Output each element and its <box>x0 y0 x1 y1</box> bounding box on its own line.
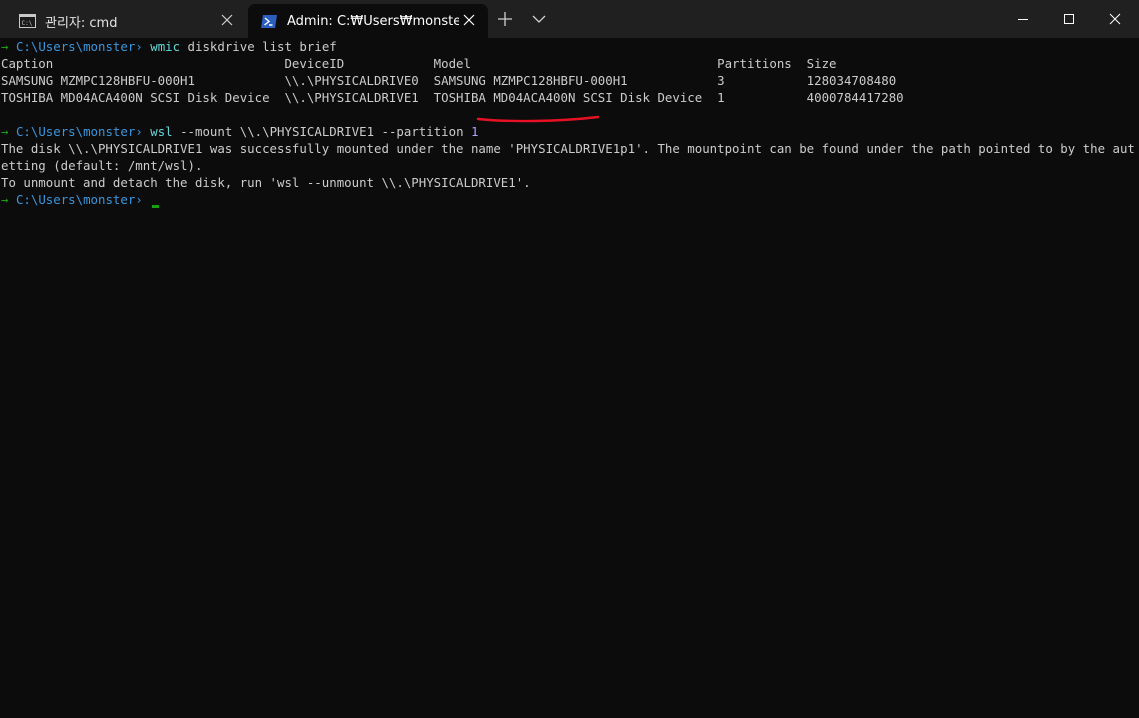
title-bar: C:\ 관리자: cmd Admin: C:₩Users₩monster ~ P <box>0 0 1139 38</box>
text-cursor <box>152 205 160 208</box>
prompt-arrow: → <box>1 192 9 207</box>
prompt-line: → C:\Users\monster› wsl --mount \\.\PHYS… <box>1 123 1135 140</box>
table-header-text: Caption DeviceID Model Partitions Size <box>1 56 837 71</box>
command-name: wsl <box>150 124 173 139</box>
output-line: etting (default: /mnt/wsl). <box>1 158 203 173</box>
prompt-path: C:\Users\monster <box>15 192 136 207</box>
output-line: The disk \\.\PHYSICALDRIVE1 was successf… <box>1 141 1135 156</box>
close-icon[interactable] <box>1092 0 1138 38</box>
prompt-path: C:\Users\monster <box>15 124 136 139</box>
powershell-icon <box>261 14 277 28</box>
prompt-suffix: › <box>135 39 143 54</box>
cmd-icon: C:\ <box>19 14 36 28</box>
command-args: --mount \\.\PHYSICALDRIVE1 --partition <box>172 124 472 139</box>
table-row-text: SAMSUNG MZMPC128HBFU-000H1 \\.\PHYSICALD… <box>1 73 897 88</box>
prompt-line: → C:\Users\monster› <box>1 191 1135 208</box>
command-name: wmic <box>150 39 181 54</box>
prompt-arrow: → <box>1 39 9 54</box>
new-tab-icon[interactable] <box>495 9 515 29</box>
svg-text:C:\: C:\ <box>22 20 33 27</box>
terminal-output[interactable]: → C:\Users\monster› wmic diskdrive list … <box>1 38 1135 716</box>
table-row: SAMSUNG MZMPC128HBFU-000H1 \\.\PHYSICALD… <box>1 72 1135 89</box>
table-row: TOSHIBA MD04ACA400N SCSI Disk Device \\.… <box>1 89 1135 106</box>
command-number: 1 <box>471 124 479 139</box>
scrollbar[interactable] <box>1135 38 1139 718</box>
prompt-arrow: → <box>1 124 9 139</box>
prompt-suffix: › <box>135 192 143 207</box>
close-tab-icon[interactable] <box>462 13 476 27</box>
tab-powershell[interactable]: Admin: C:₩Users₩monster ~ P <box>248 4 488 38</box>
tab-title: 관리자: cmd <box>45 15 118 31</box>
table-row-text: TOSHIBA MD04ACA400N SCSI Disk Device \\.… <box>1 90 904 105</box>
close-tab-icon[interactable] <box>220 13 234 27</box>
table-header: Caption DeviceID Model Partitions Size <box>1 55 1135 72</box>
prompt-line: → C:\Users\monster› wmic diskdrive list … <box>1 38 1135 55</box>
chevron-down-icon[interactable] <box>529 9 549 29</box>
tab-title: Admin: C:₩Users₩monster ~ P <box>287 13 459 29</box>
output-line: To unmount and detach the disk, run 'wsl… <box>1 175 531 190</box>
prompt-suffix: › <box>135 124 143 139</box>
red-underline-annotation <box>476 115 600 123</box>
command-args: diskdrive list brief <box>180 39 337 54</box>
minimize-icon[interactable] <box>1000 0 1046 38</box>
maximize-icon[interactable] <box>1046 0 1092 38</box>
prompt-path: C:\Users\monster <box>15 39 136 54</box>
tab-cmd[interactable]: C:\ 관리자: cmd <box>2 4 246 38</box>
